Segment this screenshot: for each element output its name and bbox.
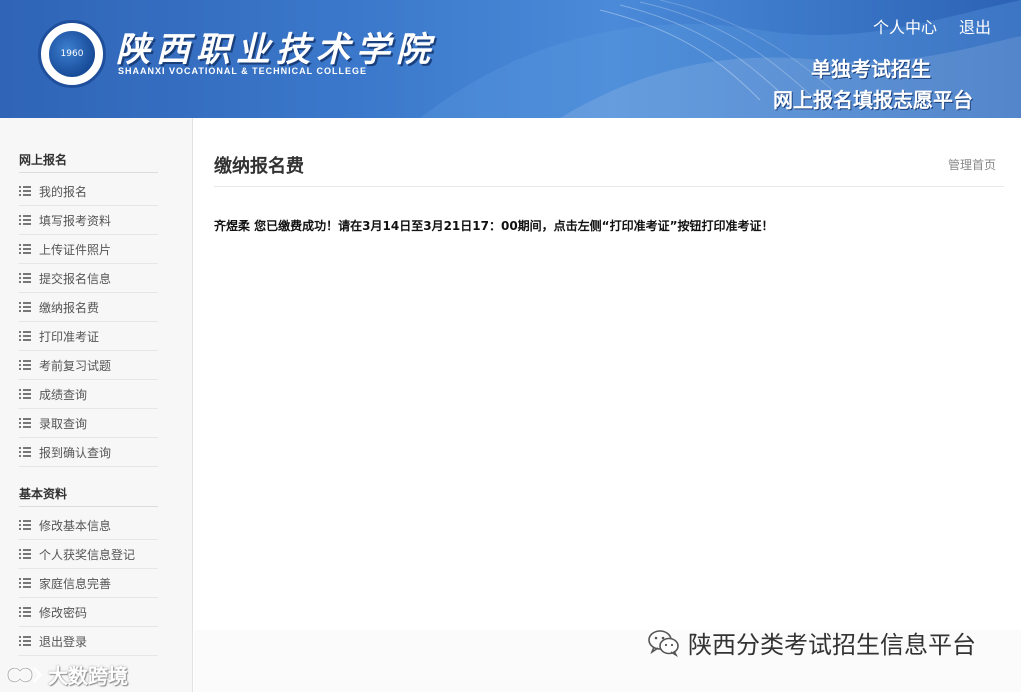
sidebar-item-awards[interactable]: 个人获奖信息登记 bbox=[19, 540, 158, 569]
sidebar-item-label: 成绩查询 bbox=[39, 387, 88, 402]
platform-title-line2: 网上报名填报志愿平台 bbox=[773, 88, 973, 112]
sidebar-item-score-query[interactable]: 成绩查询 bbox=[19, 380, 158, 409]
list-icon bbox=[19, 360, 31, 370]
watermark-logo-icon bbox=[6, 666, 42, 683]
sidebar-item-label: 上传证件照片 bbox=[39, 242, 112, 257]
sidebar-item-fill-info[interactable]: 填写报考资料 bbox=[19, 206, 158, 235]
page-title: 缴纳报名费 bbox=[214, 156, 304, 177]
sidebar-section-title-basic-info: 基本资料 bbox=[19, 487, 68, 501]
sidebar-section-divider bbox=[19, 506, 158, 507]
sidebar-item-label: 填写报考资料 bbox=[39, 213, 112, 228]
sidebar-item-label: 退出登录 bbox=[39, 634, 88, 649]
logo-seal-center: 1960 bbox=[47, 29, 97, 79]
list-icon bbox=[19, 215, 31, 225]
wechat-account-watermark: 陕西分类考试招生信息平台 bbox=[648, 625, 976, 660]
list-icon bbox=[19, 186, 31, 196]
sidebar-item-submit-info[interactable]: 提交报名信息 bbox=[19, 264, 158, 293]
logout-link[interactable]: 退出 bbox=[959, 14, 991, 38]
list-icon bbox=[19, 331, 31, 341]
sidebar-item-family-info[interactable]: 家庭信息完善 bbox=[19, 569, 158, 598]
list-icon bbox=[19, 244, 31, 254]
list-icon bbox=[19, 607, 31, 617]
sidebar-item-label: 考前复习试题 bbox=[39, 358, 112, 373]
sidebar-item-admission-query[interactable]: 录取查询 bbox=[19, 409, 158, 438]
wechat-account-name: 陕西分类考试招生信息平台 bbox=[688, 631, 976, 659]
sidebar-item-label: 录取查询 bbox=[39, 416, 88, 431]
list-icon bbox=[19, 302, 31, 312]
list-icon bbox=[19, 549, 31, 559]
sidebar-item-label: 个人获奖信息登记 bbox=[39, 547, 136, 562]
watermark-text: 大数跨境 bbox=[48, 664, 128, 688]
sidebar-item-edit-basic-info[interactable]: 修改基本信息 bbox=[19, 511, 158, 540]
school-name-english: SHAANXI VOCATIONAL & TECHNICAL COLLEGE bbox=[118, 66, 368, 76]
main-content: 缴纳报名费 管理首页 齐煜柔 您已缴费成功！请在3月14日至3月21日17：00… bbox=[194, 130, 1021, 630]
list-icon bbox=[19, 447, 31, 457]
sidebar-item-enrollment-confirm[interactable]: 报到确认查询 bbox=[19, 438, 158, 467]
sidebar-item-pay-fee[interactable]: 缴纳报名费 bbox=[19, 293, 158, 322]
platform-title-line1: 单独考试招生 bbox=[811, 57, 931, 81]
list-icon bbox=[19, 520, 31, 530]
list-icon bbox=[19, 273, 31, 283]
sidebar-item-change-password[interactable]: 修改密码 bbox=[19, 598, 158, 627]
personal-center-link[interactable]: 个人中心 bbox=[873, 14, 937, 38]
list-icon bbox=[19, 389, 31, 399]
list-icon bbox=[19, 636, 31, 646]
sidebar-item-my-registration[interactable]: 我的报名 bbox=[19, 177, 158, 206]
sidebar-item-review-questions[interactable]: 考前复习试题 bbox=[19, 351, 158, 380]
sidebar-item-label: 提交报名信息 bbox=[39, 271, 112, 286]
sidebar: 网上报名 我的报名 填写报考资料 上传证件照片 提交报名信息 缴纳报名费 打印准… bbox=[0, 118, 193, 692]
school-name-chinese: 陕西职业技术学院 bbox=[116, 30, 436, 70]
sidebar-item-label: 家庭信息完善 bbox=[39, 576, 112, 591]
wechat-icon bbox=[648, 629, 679, 657]
logo-year: 1960 bbox=[60, 49, 84, 59]
list-icon bbox=[19, 418, 31, 428]
sidebar-item-label: 缴纳报名费 bbox=[39, 300, 100, 315]
sidebar-item-label: 修改基本信息 bbox=[39, 518, 112, 533]
sidebar-section-divider bbox=[19, 172, 158, 173]
brand-watermark: 大数跨境 bbox=[4, 660, 128, 689]
header-banner: 1960 陕西职业技术学院 SHAANXI VOCATIONAL & TECHN… bbox=[0, 0, 1021, 118]
sidebar-item-label: 我的报名 bbox=[39, 184, 88, 199]
sidebar-section-title-registration: 网上报名 bbox=[19, 153, 68, 167]
title-divider bbox=[214, 186, 1004, 187]
sidebar-item-label: 报到确认查询 bbox=[39, 445, 112, 460]
sidebar-item-label: 打印准考证 bbox=[39, 329, 100, 344]
top-nav-links: 个人中心 退出 bbox=[873, 14, 991, 38]
sidebar-item-label: 修改密码 bbox=[39, 605, 88, 620]
school-logo: 1960 bbox=[38, 20, 106, 88]
list-icon bbox=[19, 578, 31, 588]
sidebar-item-logout[interactable]: 退出登录 bbox=[19, 627, 158, 656]
sidebar-item-print-ticket[interactable]: 打印准考证 bbox=[19, 322, 158, 351]
admin-home-link[interactable]: 管理首页 bbox=[948, 156, 996, 173]
sidebar-item-upload-photo[interactable]: 上传证件照片 bbox=[19, 235, 158, 264]
payment-success-message: 齐煜柔 您已缴费成功！请在3月14日至3月21日17：00期间，点击左侧“打印准… bbox=[214, 219, 774, 233]
